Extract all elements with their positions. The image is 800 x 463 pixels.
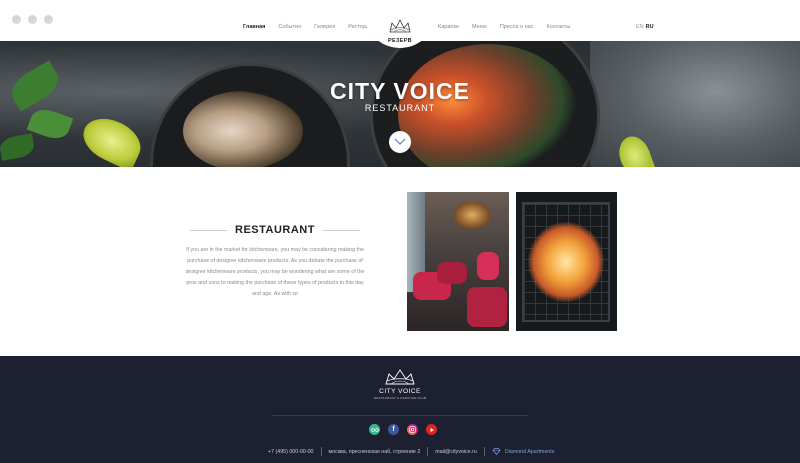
social-links: f <box>369 424 437 435</box>
reserve-logo-button[interactable]: РЕЗЕРВ <box>364 0 436 48</box>
window-dot-minimize[interactable] <box>28 15 37 24</box>
contact-separator <box>427 447 429 456</box>
partner-link[interactable]: Diamond Apartments <box>492 448 554 455</box>
footer-logo[interactable]: CITY VOICE RESTAURANT & KARAOKE CLUB <box>370 368 430 400</box>
facebook-icon[interactable]: f <box>388 424 399 435</box>
section-heading: RESTAURANT <box>190 224 360 236</box>
restaurant-decor-photo[interactable] <box>516 192 617 331</box>
hero-herb-leaf <box>0 133 36 161</box>
nav-item-karaoke[interactable]: Караоке <box>438 24 459 30</box>
hero-subtitle: RESTAURANT <box>364 103 436 113</box>
footer-phone[interactable]: +7 (495) 000-00-00 <box>268 449 314 455</box>
footer-email[interactable]: mail@cityvoice.ru <box>435 449 477 455</box>
hero-title: CITY VOICE <box>330 78 470 104</box>
window-controls <box>12 15 53 24</box>
nav-left: Главная События Галерея Ресторан <box>243 24 372 30</box>
footer-contacts: +7 (495) 000-00-00 москва, пресненская н… <box>268 447 554 456</box>
language-switcher: EN RU <box>636 24 654 30</box>
diamond-icon <box>492 448 501 455</box>
hero-lime-slice <box>76 110 148 167</box>
tripadvisor-icon[interactable] <box>369 424 380 435</box>
nav-item-contacts[interactable]: Контакты <box>546 24 570 30</box>
heading-line-left <box>190 229 228 231</box>
youtube-icon[interactable] <box>426 424 437 435</box>
nav-item-home[interactable]: Главная <box>243 24 265 30</box>
crown-logo-icon <box>389 19 411 33</box>
hero-banner: CITY VOICE RESTAURANT <box>0 41 800 167</box>
footer-address: москва, пресненская наб, строение 2 <box>328 448 421 455</box>
lang-ru[interactable]: RU <box>646 24 654 30</box>
window-dot-maximize[interactable] <box>44 15 53 24</box>
nav-item-events[interactable]: События <box>278 24 301 30</box>
contact-separator <box>320 447 322 456</box>
contact-separator <box>483 447 485 456</box>
nav-item-menu[interactable]: Меню <box>472 24 487 30</box>
instagram-icon[interactable] <box>407 424 418 435</box>
nav-item-press[interactable]: Пресса о нас <box>500 24 534 30</box>
restaurant-interior-photo[interactable] <box>407 192 509 331</box>
reserve-label: РЕЗЕРВ <box>388 38 412 44</box>
crown-logo-icon <box>385 369 415 385</box>
heading-line-right <box>322 229 360 231</box>
footer-brand: CITY VOICE <box>379 388 421 395</box>
footer-divider <box>272 415 528 416</box>
window-dot-close[interactable] <box>12 15 21 24</box>
scroll-down-button[interactable] <box>389 131 411 153</box>
footer-tagline: RESTAURANT & KARAOKE CLUB <box>373 396 427 400</box>
lang-en[interactable]: EN <box>636 24 644 30</box>
nav-right: Караоке Меню Пресса о нас Контакты <box>438 24 570 30</box>
nav-item-gallery[interactable]: Галерея <box>314 24 335 30</box>
section-title: RESTAURANT <box>235 224 315 236</box>
about-text: If you are in the market for kitchenware… <box>185 247 365 297</box>
partner-label: Diamond Apartments <box>504 448 555 455</box>
chevron-down-icon <box>394 138 406 145</box>
